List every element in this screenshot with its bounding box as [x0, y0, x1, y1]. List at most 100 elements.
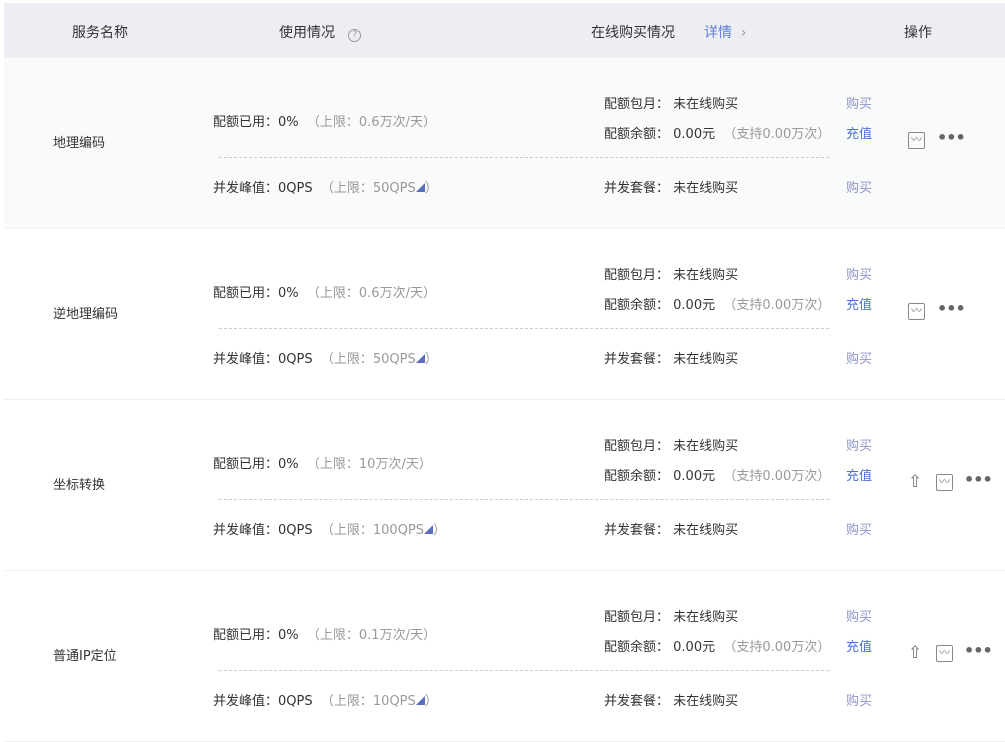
recharge-link[interactable]: 充值 — [846, 636, 872, 655]
balance-label: 配额余额： — [604, 640, 670, 655]
recharge-link[interactable]: 充值 — [846, 123, 872, 142]
peak-limit: （上限：10QPS — [320, 694, 416, 709]
buy-monthly-link[interactable]: 购买 — [846, 606, 872, 625]
quota-limit: （上限：10万次/天） — [306, 457, 432, 472]
concurrency-package: 并发套餐： 未在线购买 — [604, 348, 738, 367]
peak-limit-end: ） — [433, 523, 447, 538]
divider — [219, 670, 829, 671]
package-status: 未在线购买 — [673, 694, 739, 709]
balance-value: 0.00元 — [673, 127, 716, 142]
quota-used-label: 配额已用： — [213, 457, 279, 472]
more-icon[interactable]: ••• — [937, 128, 966, 147]
monthly-label: 配额包月： — [604, 97, 670, 112]
more-icon[interactable]: ••• — [964, 641, 993, 660]
quota-used-value: 0% — [278, 457, 299, 472]
quota-limit: （上限：0.6万次/天） — [306, 286, 436, 301]
package-label: 并发套餐： — [604, 181, 670, 196]
more-icon[interactable]: ••• — [964, 470, 993, 489]
monthly-quota: 配额包月： 未在线购买 — [604, 93, 738, 112]
buy-monthly-link[interactable]: 购买 — [846, 264, 872, 283]
col-usage: 使用情况 ? — [279, 22, 362, 42]
quota-balance: 配额余额： 0.00元 （支持0.00万次） — [604, 294, 830, 313]
concurrency-package: 并发套餐： 未在线购买 — [604, 690, 738, 709]
col-service-name: 服务名称 — [72, 25, 128, 41]
upload-icon[interactable]: ⇧ — [908, 472, 922, 492]
edit-limit-icon[interactable] — [415, 354, 425, 363]
concurrency-peak: 并发峰值：0QPS （上限：50QPS ） — [213, 177, 438, 196]
more-icon[interactable]: ••• — [937, 299, 966, 318]
service-name: 坐标转换 — [53, 478, 106, 493]
recharge-link[interactable]: 充值 — [846, 465, 872, 484]
monthly-status: 未在线购买 — [673, 610, 739, 625]
quota-used: 配额已用：0% （上限：0.1万次/天） — [213, 624, 436, 643]
quota-used-value: 0% — [278, 286, 299, 301]
concurrency-package: 并发套餐： 未在线购买 — [604, 177, 738, 196]
chart-icon[interactable]: 〰 — [908, 303, 925, 320]
quota-used: 配额已用：0% （上限：0.6万次/天） — [213, 282, 436, 301]
monthly-status: 未在线购买 — [673, 439, 739, 454]
concurrency-package: 并发套餐： 未在线购买 — [604, 519, 738, 538]
quota-used: 配额已用：0% （上限：10万次/天） — [213, 453, 432, 472]
buy-package-link[interactable]: 购买 — [846, 519, 872, 538]
chevron-right-icon: › — [740, 25, 747, 41]
quota-balance: 配额余额： 0.00元 （支持0.00万次） — [604, 636, 830, 655]
balance-label: 配额余额： — [604, 469, 670, 484]
recharge-link[interactable]: 充值 — [846, 294, 872, 313]
col-purchase: 在线购买情况 — [591, 25, 675, 41]
buy-package-link[interactable]: 购买 — [846, 348, 872, 367]
upload-icon[interactable]: ⇧ — [908, 643, 922, 663]
quota-limit: （上限：0.6万次/天） — [306, 115, 436, 130]
balance-note: （支持0.00万次） — [723, 469, 831, 484]
service-name: 地理编码 — [53, 136, 106, 151]
edit-limit-icon[interactable] — [415, 696, 425, 705]
chart-icon[interactable]: 〰 — [908, 132, 925, 149]
monthly-label: 配额包月： — [604, 610, 670, 625]
package-status: 未在线购买 — [673, 352, 739, 367]
col-actions: 操作 — [904, 25, 932, 41]
monthly-quota: 配额包月： 未在线购买 — [604, 435, 738, 454]
peak-value: 0QPS — [278, 181, 313, 196]
quota-balance: 配额余额： 0.00元 （支持0.00万次） — [604, 465, 830, 484]
edit-limit-icon[interactable] — [424, 525, 434, 534]
divider — [219, 157, 829, 158]
package-status: 未在线购买 — [673, 181, 739, 196]
details-label: 详情 — [704, 25, 732, 41]
monthly-status: 未在线购买 — [673, 97, 739, 112]
peak-limit-end: ） — [424, 694, 438, 709]
concurrency-peak: 并发峰值：0QPS （上限：50QPS ） — [213, 348, 438, 367]
col-usage-label: 使用情况 — [279, 25, 335, 41]
balance-label: 配额余额： — [604, 298, 670, 313]
table-header: 服务名称 使用情况 ? 在线购买情况 详情 › 操作 — [4, 3, 1005, 58]
chart-icon[interactable]: 〰 — [936, 474, 953, 491]
peak-value: 0QPS — [278, 523, 313, 538]
buy-monthly-link[interactable]: 购买 — [846, 93, 872, 112]
buy-package-link[interactable]: 购买 — [846, 177, 872, 196]
peak-label: 并发峰值： — [213, 352, 279, 367]
edit-limit-icon[interactable] — [415, 183, 425, 192]
quota-used-label: 配额已用： — [213, 115, 279, 130]
balance-note: （支持0.00万次） — [723, 640, 831, 655]
concurrency-peak: 并发峰值：0QPS （上限：100QPS ） — [213, 519, 446, 538]
table-row: 坐标转换 配额已用：0% （上限：10万次/天） 并发峰值：0QPS （上限：1… — [4, 400, 1005, 571]
peak-label: 并发峰值： — [213, 694, 279, 709]
quota-limit: （上限：0.1万次/天） — [306, 628, 436, 643]
buy-monthly-link[interactable]: 购买 — [846, 435, 872, 454]
table-row: 地理编码 配额已用：0% （上限：0.6万次/天） 并发峰值：0QPS （上限：… — [4, 58, 1005, 229]
divider — [219, 499, 829, 500]
details-link[interactable]: 详情 › — [704, 22, 747, 42]
table-row: 普通IP定位 配额已用：0% （上限：0.1万次/天） 并发峰值：0QPS （上… — [4, 571, 1005, 742]
peak-limit: （上限：50QPS — [320, 352, 416, 367]
monthly-label: 配额包月： — [604, 439, 670, 454]
quota-used: 配额已用：0% （上限：0.6万次/天） — [213, 111, 436, 130]
table-row: 逆地理编码 配额已用：0% （上限：0.6万次/天） 并发峰值：0QPS （上限… — [4, 229, 1005, 400]
package-status: 未在线购买 — [673, 523, 739, 538]
balance-note: （支持0.00万次） — [723, 127, 831, 142]
peak-value: 0QPS — [278, 352, 313, 367]
monthly-quota: 配额包月： 未在线购买 — [604, 606, 738, 625]
package-label: 并发套餐： — [604, 523, 670, 538]
chart-icon[interactable]: 〰 — [936, 645, 953, 662]
concurrency-peak: 并发峰值：0QPS （上限：10QPS ） — [213, 690, 438, 709]
buy-package-link[interactable]: 购买 — [846, 690, 872, 709]
help-icon[interactable]: ? — [348, 29, 362, 42]
monthly-quota: 配额包月： 未在线购买 — [604, 264, 738, 283]
